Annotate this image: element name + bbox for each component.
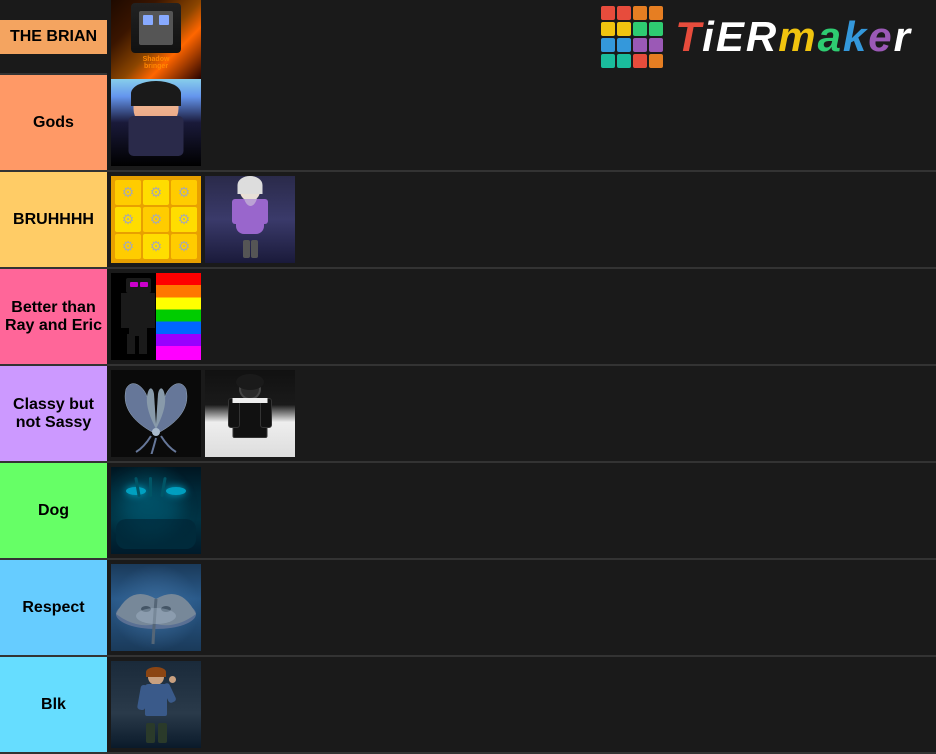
tier-row-better: Better than Ray and Eric [0,269,936,366]
tier-label-dog: Dog [0,463,107,558]
image-person [111,661,201,748]
logo-grid [601,6,663,68]
tiermaker-logo: TiERmaker [601,6,932,68]
tier-label-bruhhhh: BRUHHHH [0,172,107,267]
tier-row-dog: Dog [0,463,936,560]
tier-row-blk: Blk [0,657,936,754]
tier-label-blk: Blk [0,657,107,752]
image-stingray [111,564,201,651]
tier-content-classy [107,366,936,461]
image-shadowbringer: Shadowbringer [111,0,201,80]
wing-icon [116,374,196,454]
tier-content-the-brian: Shadowbringer [107,0,936,84]
tier-content-blk [107,657,936,752]
tier-content-better [107,269,936,364]
image-yellow-pattern: ⚙ ⚙ ⚙ ⚙ ⚙ ⚙ ⚙ ⚙ ⚙ [111,176,201,263]
tier-content-bruhhhh: ⚙ ⚙ ⚙ ⚙ ⚙ ⚙ ⚙ ⚙ ⚙ [107,172,936,267]
tier-label-better: Better than Ray and Eric [0,269,107,364]
manta-ray-shape [111,564,201,651]
logo-text: TiERmaker [675,13,912,61]
image-enderman-rainbow [111,273,201,360]
tier-label-classy: Classy but not Sassy [0,366,107,461]
image-wing-symbol [111,370,201,457]
tier-list: THE BRIAN Shadowbringer [0,0,936,754]
tier-content-respect [107,560,936,655]
image-dark-character [205,370,295,457]
tier-row-gods: Gods [0,75,936,172]
tier-content-gods [107,75,936,170]
image-anime-guy [111,79,201,166]
image-girl-character [205,176,295,263]
tier-label-respect: Respect [0,560,107,655]
tier-content-dog [107,463,936,558]
tier-row-classy: Classy but not Sassy [0,366,936,463]
image-creature [111,467,201,554]
tier-row-bruhhhh: BRUHHHH ⚙ ⚙ ⚙ ⚙ ⚙ ⚙ ⚙ ⚙ ⚙ [0,172,936,269]
tier-label-the-brian: THE BRIAN [0,20,107,54]
header-row: THE BRIAN Shadowbringer [0,0,936,75]
tier-row-respect: Respect [0,560,936,657]
tier-label-gods: Gods [0,75,107,170]
